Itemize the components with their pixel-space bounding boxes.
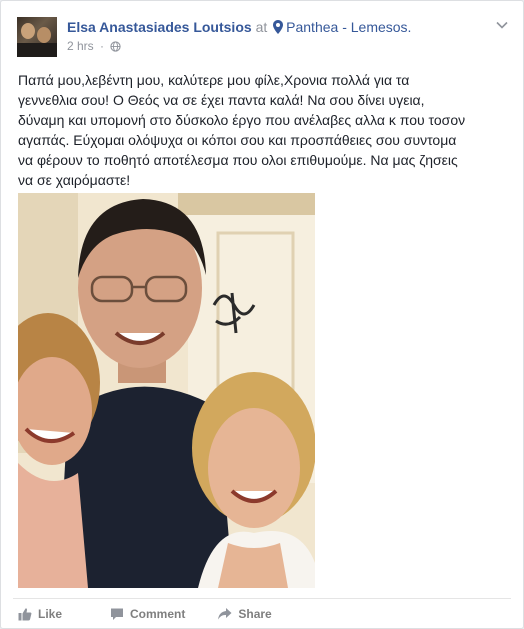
location-link[interactable]: Panthea - Lemesos. [286, 19, 411, 35]
post-text-line: να φέρουν το ποθητό αποτέλεσμα που ολοι … [18, 152, 458, 168]
share-arrow-icon [218, 608, 232, 620]
like-label: Like [38, 607, 63, 621]
post-actions: Like Comment Share [18, 607, 300, 621]
chevron-down-icon[interactable] [495, 18, 509, 32]
globe-icon[interactable] [110, 41, 122, 52]
at-word: at [255, 19, 268, 35]
post-text: Παπά μου,λεβέντη μου, καλύτερε μου φίλε,… [18, 70, 508, 190]
post-card: Elsa Anastasiades Loutsios at Panthea - … [0, 0, 524, 629]
post-meta: 2 hrs · [67, 39, 122, 53]
speech-bubble-icon [111, 608, 124, 620]
post-text-line: γεννεθλια σου! Ο Θεός να σε έχει παντα κ… [18, 92, 425, 108]
map-pin-icon [273, 20, 284, 34]
like-button[interactable]: Like [18, 607, 62, 621]
selfie-photo-illustration [18, 193, 315, 588]
comment-label: Comment [130, 607, 186, 621]
post-text-line: αγαπάς. Εύχομαι ολόψυχα οι κόποι σου και… [18, 132, 457, 148]
share-label: Share [238, 607, 272, 621]
post-text-line: δύναμη και υπομονή στο δύσκολο έργο που … [18, 112, 466, 128]
post-text-line: να σε χαιρόμαστε! [18, 172, 131, 188]
author-name-link[interactable]: Elsa Anastasiades Loutsios [67, 19, 252, 35]
post-photo[interactable] [18, 193, 315, 588]
comment-button[interactable]: Comment [110, 607, 185, 621]
author-avatar[interactable] [17, 17, 57, 57]
meta-separator: · [100, 39, 105, 53]
thumbs-up-icon [18, 608, 32, 621]
actions-divider [13, 598, 511, 599]
post-header: Elsa Anastasiades Loutsios at Panthea - … [67, 18, 411, 36]
share-button[interactable]: Share [217, 607, 272, 621]
post-timestamp[interactable]: 2 hrs [67, 39, 94, 53]
post-text-line: Παπά μου,λεβέντη μου, καλύτερε μου φίλε,… [18, 72, 410, 88]
